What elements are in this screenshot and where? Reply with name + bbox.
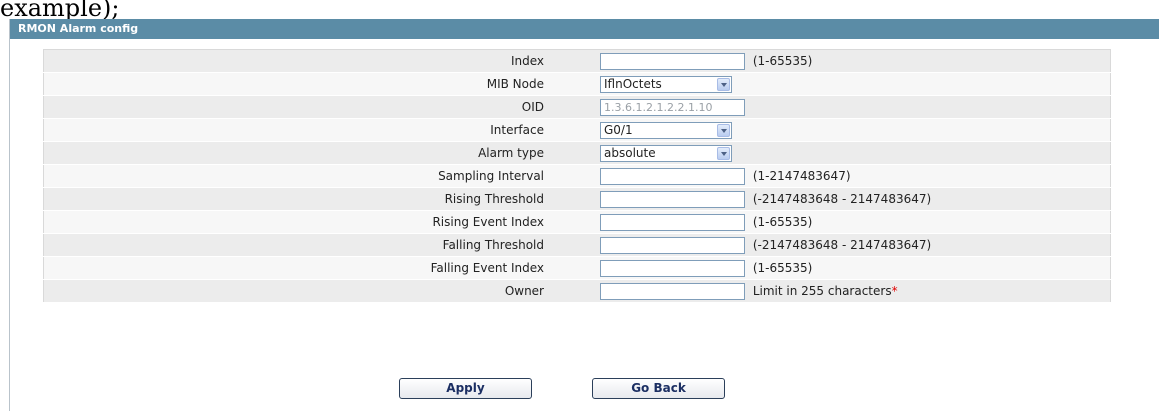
oid-label: OID [43,95,554,119]
interface-value: G0/1 [604,122,633,137]
go-back-button[interactable]: Go Back [592,378,725,399]
rising-event-index-hint: (1-65535) [752,215,813,229]
chevron-down-icon[interactable] [717,123,730,137]
form-row-rising-threshold: Rising Threshold (-2147483648 - 21474836… [43,187,1111,211]
apply-button[interactable]: Apply [399,378,532,399]
mib-node-label: MIB Node [43,72,554,96]
rising-threshold-hint: (-2147483648 - 2147483647) [752,192,932,206]
interface-label: Interface [43,118,554,142]
owner-hint-text: Limit in 255 characters [752,284,892,298]
form-row-falling-event-index: Falling Event Index (1-65535) [43,256,1111,280]
rising-threshold-label: Rising Threshold [43,187,554,211]
oid-input [600,98,745,116]
form-row-mib-node: MIB Node IflnOctets [43,72,1111,96]
panel-title: RMON Alarm config [10,19,1159,39]
alarm-type-value: absolute [604,145,656,160]
alarm-config-form: Index (1-65535) MIB Node IflnOctets OID [43,49,1111,303]
rising-event-index-label: Rising Event Index [43,210,554,234]
rising-event-index-input[interactable] [600,213,745,231]
owner-hint: Limit in 255 characters* [753,284,898,298]
rmon-alarm-config-panel: RMON Alarm config Index (1-65535) MIB No… [9,19,1159,411]
index-label: Index [43,49,554,73]
sampling-interval-hint: (1-2147483647) [752,169,851,183]
alarm-type-select[interactable]: absolute [600,144,732,162]
falling-event-index-hint: (1-65535) [752,261,813,275]
falling-event-index-input[interactable] [600,259,745,277]
falling-threshold-input[interactable] [600,236,745,254]
interface-select[interactable]: G0/1 [600,121,732,139]
form-row-owner: Owner Limit in 255 characters* [43,279,1111,303]
form-row-falling-threshold: Falling Threshold (-2147483648 - 2147483… [43,233,1111,257]
chevron-down-icon[interactable] [717,146,730,160]
index-hint: (1-65535) [752,54,813,68]
mib-node-select[interactable]: IflnOctets [600,75,732,93]
form-row-sampling-interval: Sampling Interval (1-2147483647) [43,164,1111,188]
form-row-rising-event-index: Rising Event Index (1-65535) [43,210,1111,234]
form-row-interface: Interface G0/1 [43,118,1111,142]
chevron-down-icon[interactable] [717,77,730,91]
rising-threshold-input[interactable] [600,190,745,208]
page-top-caption: example); [0,0,120,22]
owner-input[interactable] [600,282,745,300]
sampling-interval-label: Sampling Interval [43,164,554,188]
index-input[interactable] [600,52,745,70]
alarm-type-label: Alarm type [43,141,554,165]
required-mark: * [891,284,898,298]
falling-event-index-label: Falling Event Index [43,256,554,280]
form-row-oid: OID [43,95,1111,119]
sampling-interval-input[interactable] [600,167,745,185]
form-row-index: Index (1-65535) [43,49,1111,73]
form-row-alarm-type: Alarm type absolute [43,141,1111,165]
falling-threshold-hint: (-2147483648 - 2147483647) [752,238,932,252]
falling-threshold-label: Falling Threshold [43,233,554,257]
mib-node-value: IflnOctets [604,76,662,91]
owner-label: Owner [43,279,554,303]
